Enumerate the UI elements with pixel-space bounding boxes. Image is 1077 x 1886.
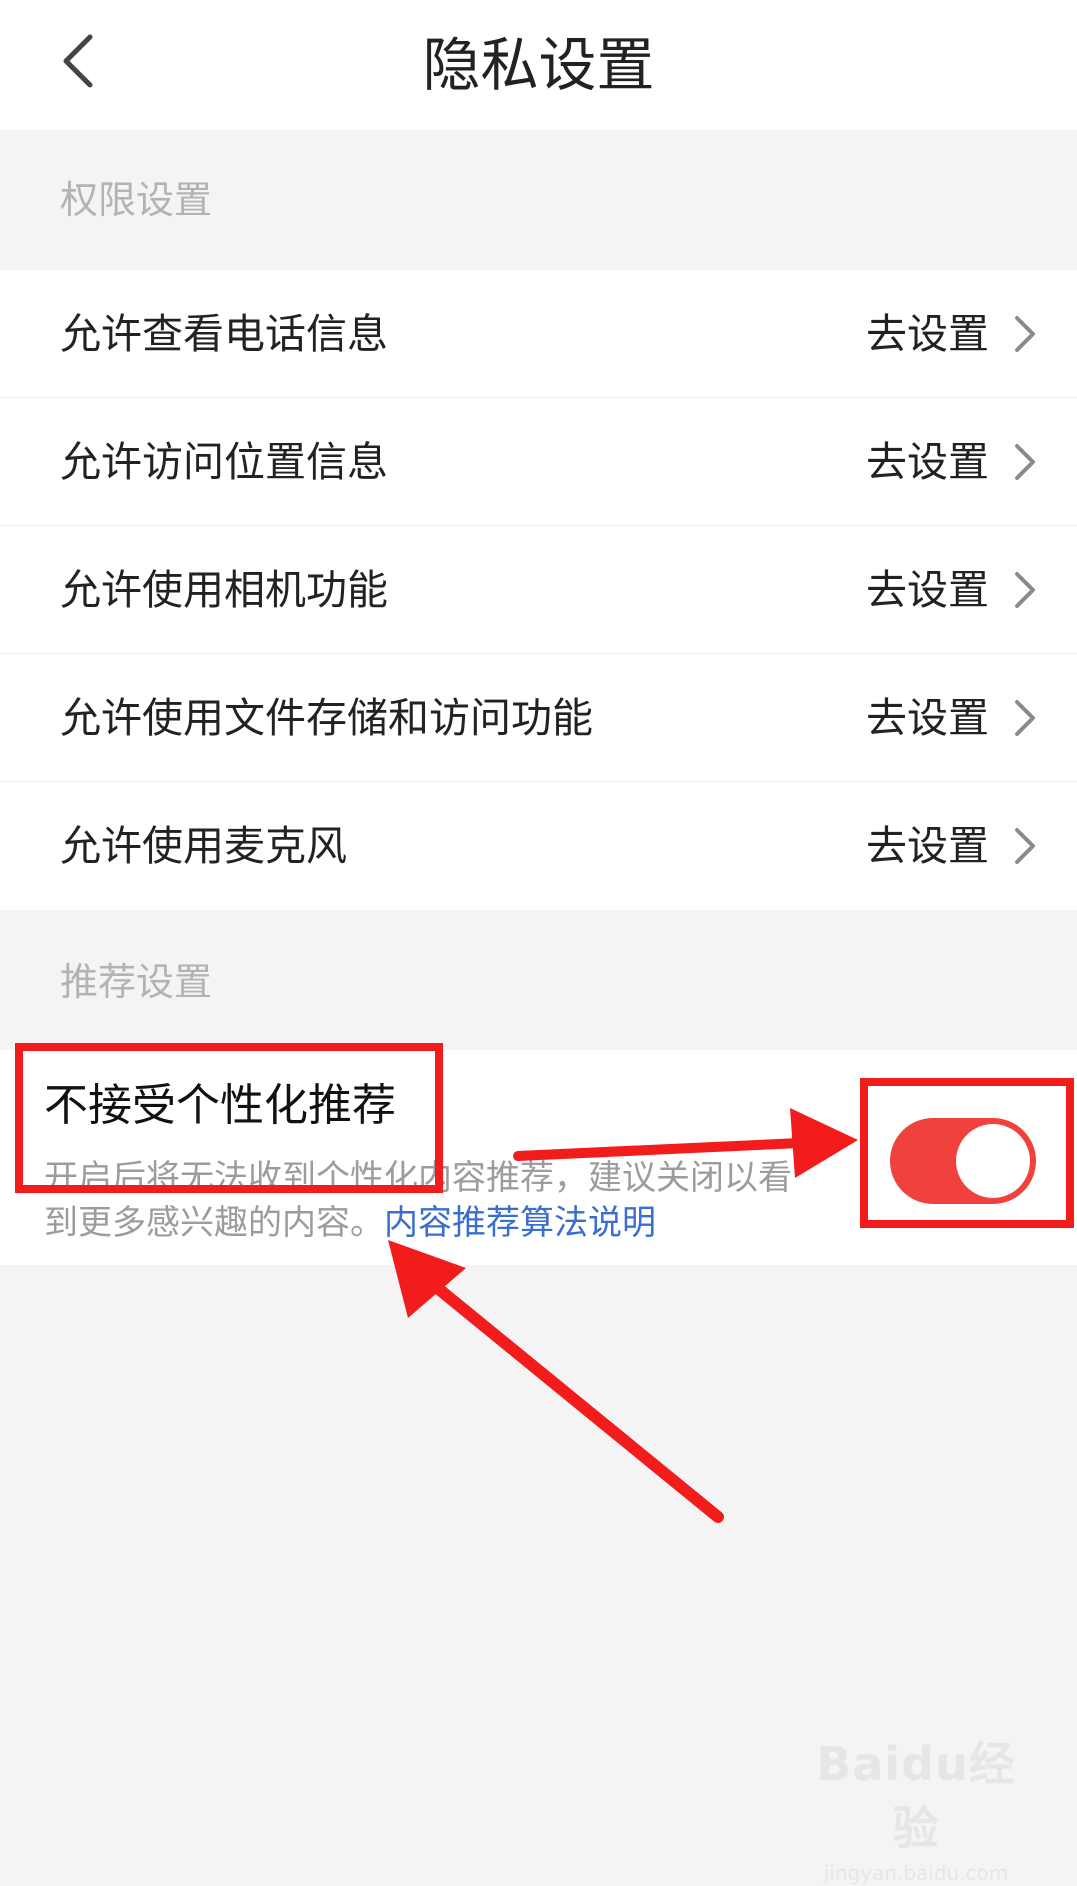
arrow-to-toggle-icon — [513, 1108, 858, 1178]
watermark-main-text: Baidu经验 — [816, 1737, 1016, 1855]
arrow-to-description-icon — [388, 1240, 724, 1523]
baidu-watermark: Baidu经验 jingyan.baidu.com — [811, 1732, 1021, 1885]
watermark-sub-text: jingyan.baidu.com — [823, 1861, 1009, 1885]
annotation-arrows — [388, 1108, 858, 1523]
